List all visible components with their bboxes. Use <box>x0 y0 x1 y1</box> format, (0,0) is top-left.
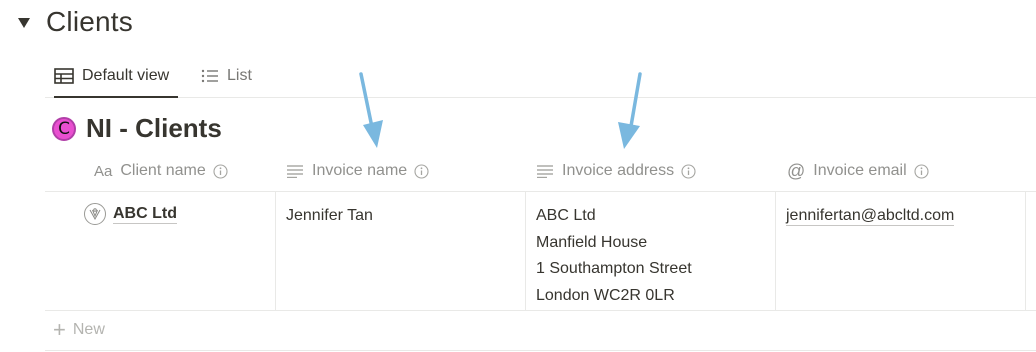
address-line: Manfield House <box>536 233 648 251</box>
tab-default-view[interactable]: Default view <box>54 56 179 98</box>
column-label: Invoice email <box>813 162 907 179</box>
database-title[interactable]: C NI - Clients <box>52 113 222 144</box>
client-name-text[interactable]: ABC Ltd <box>113 205 177 224</box>
tab-list[interactable]: List <box>201 56 252 96</box>
column-header-invoice-name[interactable]: Invoice name <box>286 151 429 191</box>
annotation-arrow-icon <box>618 72 642 149</box>
address-line: ABC Ltd <box>536 207 596 224</box>
info-icon[interactable] <box>914 163 929 179</box>
column-divider <box>275 192 276 310</box>
cell-invoice-address[interactable]: ABC Ltd Manfield House 1 Southampton Str… <box>536 203 692 309</box>
info-icon[interactable] <box>213 163 228 179</box>
column-divider <box>1025 192 1026 310</box>
email-property-icon: @ <box>787 160 806 181</box>
title-property-icon: Aa <box>94 162 113 180</box>
plus-icon: + <box>53 317 66 342</box>
toggle-triangle-icon[interactable] <box>18 18 30 28</box>
info-icon[interactable] <box>681 163 696 179</box>
column-divider <box>525 192 526 310</box>
table-bottom-divider <box>45 350 1036 351</box>
section-title: Clients <box>46 6 133 37</box>
database-title-text[interactable]: NI - Clients <box>86 113 222 144</box>
column-label: Invoice address <box>562 162 675 179</box>
column-header-invoice-address[interactable]: Invoice address <box>536 151 696 191</box>
column-header-invoice-email[interactable]: @ Invoice email <box>787 151 929 191</box>
new-row-button[interactable]: + New <box>53 319 105 341</box>
cell-client-name[interactable]: ABC Ltd <box>84 203 177 225</box>
view-tabs: Default view List <box>45 56 1036 98</box>
database-icon[interactable]: C <box>52 116 76 141</box>
column-divider <box>775 192 776 310</box>
text-lines-icon <box>536 164 554 178</box>
new-row-label: New <box>72 321 105 338</box>
list-icon <box>201 69 219 83</box>
address-line: 1 Southampton Street <box>536 260 692 277</box>
email-link[interactable]: jennifertan@abcltd.com <box>786 207 955 226</box>
clients-toggle[interactable]: Clients <box>18 6 133 38</box>
column-header-client-name[interactable]: Aa Client name <box>94 151 228 191</box>
row-divider <box>45 310 1036 311</box>
info-icon[interactable] <box>414 163 429 179</box>
tab-list-label: List <box>227 67 252 84</box>
cell-invoice-email[interactable]: jennifertan@abcltd.com <box>786 203 955 230</box>
cell-invoice-name[interactable]: Jennifer Tan <box>286 203 373 230</box>
client-logo-icon <box>84 203 106 225</box>
annotation-arrow-icon <box>359 72 383 148</box>
column-label: Client name <box>120 162 206 179</box>
header-divider <box>45 191 1036 192</box>
address-line: London WC2R 0LR <box>536 286 675 304</box>
tab-default-view-label: Default view <box>82 67 170 84</box>
text-lines-icon <box>286 164 304 178</box>
column-label: Invoice name <box>312 162 408 179</box>
table-icon <box>54 68 74 84</box>
